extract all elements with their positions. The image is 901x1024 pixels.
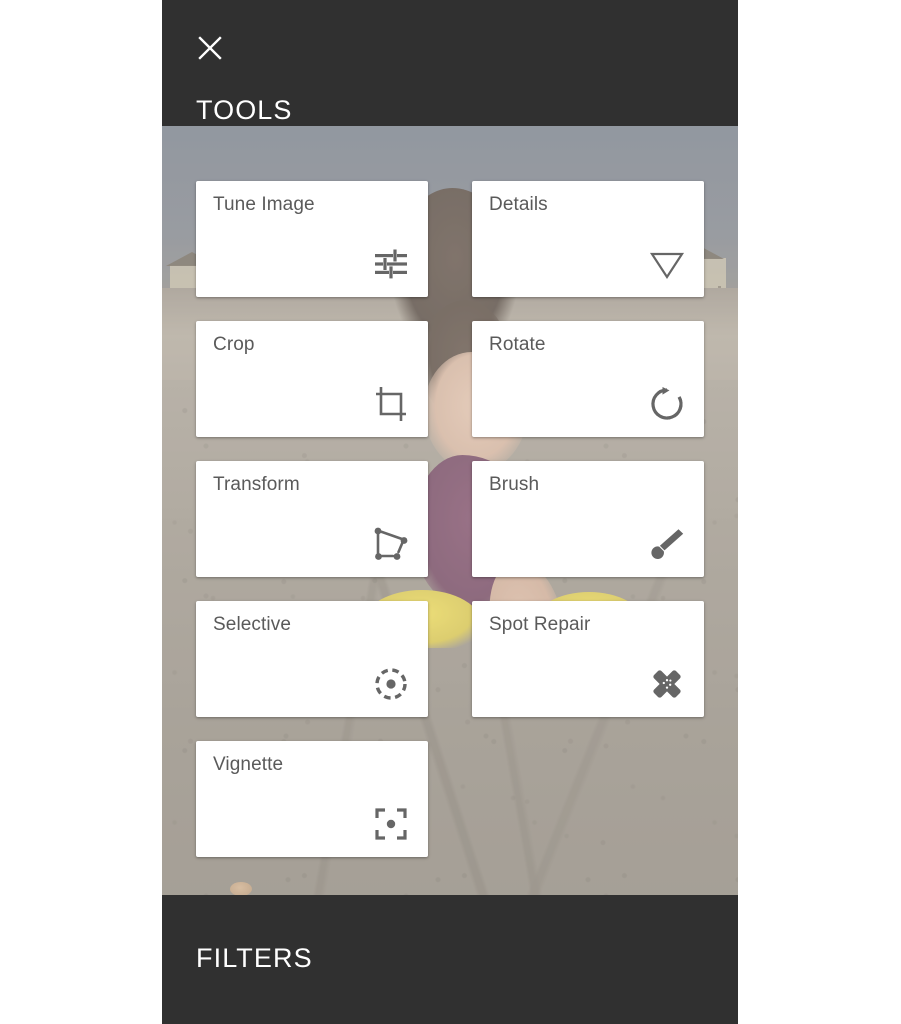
spot-repair-icon (644, 661, 690, 707)
tool-card-details[interactable]: Details (472, 181, 704, 297)
tools-grid: Tune Image Details Crop Rotate Transform… (196, 181, 704, 857)
tool-card-spot-repair[interactable]: Spot Repair (472, 601, 704, 717)
triangle-down-icon (644, 241, 690, 287)
tool-label: Crop (213, 334, 255, 355)
tool-label: Vignette (213, 754, 284, 775)
vignette-icon (368, 801, 414, 847)
filters-title: FILTERS (196, 943, 313, 973)
filters-footer[interactable]: FILTERS (162, 895, 738, 1024)
tool-card-vignette[interactable]: Vignette (196, 741, 428, 857)
sliders-icon (368, 241, 414, 287)
crop-icon (368, 381, 414, 427)
transform-icon (368, 521, 414, 567)
close-icon (195, 33, 225, 63)
tool-card-selective[interactable]: Selective (196, 601, 428, 717)
brush-icon (644, 521, 690, 567)
tool-card-crop[interactable]: Crop (196, 321, 428, 437)
tool-card-transform[interactable]: Transform (196, 461, 428, 577)
tool-label: Transform (213, 474, 300, 495)
tool-label: Spot Repair (489, 614, 591, 635)
screen-root: TOOLS Tune Image Details Crop Rotate Tra… (0, 0, 901, 1024)
tool-label: Brush (489, 474, 540, 495)
tool-card-tune-image[interactable]: Tune Image (196, 181, 428, 297)
close-button[interactable] (182, 20, 238, 76)
tool-label: Tune Image (213, 194, 315, 215)
tool-card-rotate[interactable]: Rotate (472, 321, 704, 437)
tool-label: Rotate (489, 334, 546, 355)
phone-frame: TOOLS Tune Image Details Crop Rotate Tra… (162, 0, 738, 1024)
tool-label: Details (489, 194, 548, 215)
tool-card-brush[interactable]: Brush (472, 461, 704, 577)
tool-label: Selective (213, 614, 291, 635)
tools-header: TOOLS (162, 0, 738, 126)
selective-icon (368, 661, 414, 707)
rotate-icon (644, 381, 690, 427)
page-title: TOOLS (196, 95, 293, 125)
